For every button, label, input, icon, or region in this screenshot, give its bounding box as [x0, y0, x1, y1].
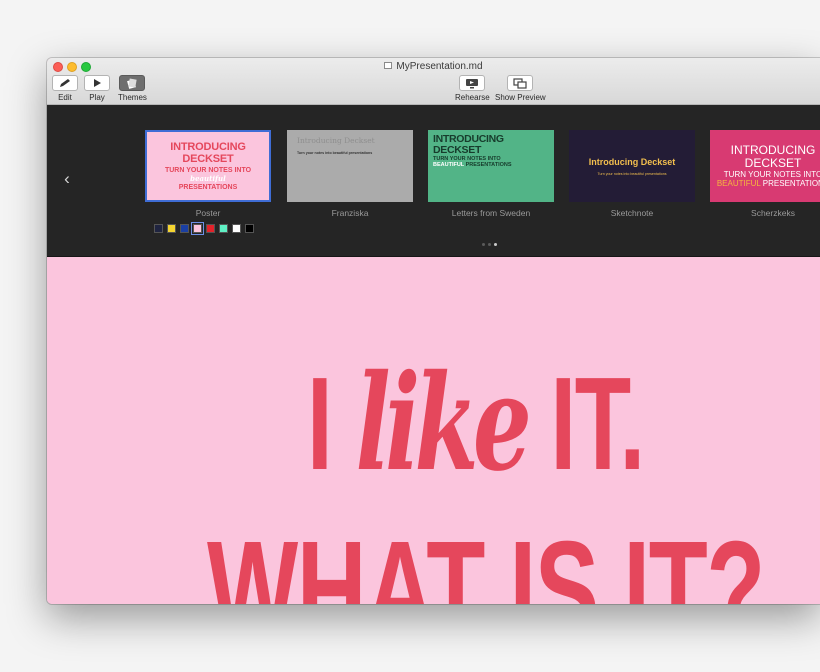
theme-name: Sketchnote: [610, 208, 654, 218]
theme-thumbnail[interactable]: Introducing Deckset Turn your notes into…: [569, 130, 695, 202]
themes-button[interactable]: Themes: [118, 75, 147, 102]
color-swatch[interactable]: [180, 224, 189, 233]
preview-icon: [507, 75, 534, 91]
app-window: MyPresentation.md Edit Play Themes Rehea…: [47, 58, 820, 604]
theme-letters-from-sweden[interactable]: INTRODUCING DECKSET TURN YOUR NOTES INTO…: [428, 130, 554, 218]
title-bar: MyPresentation.md Edit Play Themes Rehea…: [47, 58, 820, 105]
play-label: Play: [89, 93, 105, 102]
theme-franziska[interactable]: Introducing Deckset Turn your notes into…: [287, 130, 413, 218]
show-preview-label: Show Preview: [495, 93, 546, 102]
theme-name: Poster: [195, 208, 221, 218]
theme-name: Letters from Sweden: [451, 208, 531, 218]
theme-name: Franziska: [331, 208, 369, 218]
theme-thumbnail[interactable]: INTRODUCING DECKSET TURN YOUR NOTES INTO…: [428, 130, 554, 202]
color-swatch[interactable]: [245, 224, 254, 233]
theme-chooser: ‹ INTRODUCING DECKSET TURN YOUR NOTES IN…: [47, 105, 820, 257]
play-icon: [84, 75, 110, 91]
color-swatch[interactable]: [206, 224, 215, 233]
pencil-icon: [52, 75, 78, 91]
color-swatches: [154, 222, 254, 235]
page-dot[interactable]: [482, 243, 485, 246]
slide-heading-line-1: I like IT.: [307, 346, 645, 501]
theme-thumbnail[interactable]: Introducing Deckset Turn your notes into…: [287, 130, 413, 202]
theme-sketchnote[interactable]: Introducing Deckset Turn your notes into…: [569, 130, 695, 218]
page-indicator: [482, 243, 497, 246]
chevron-left-icon[interactable]: ‹: [60, 167, 74, 191]
color-swatch[interactable]: [154, 224, 163, 233]
theme-scherzkeks[interactable]: INTRODUCING DECKSET TURN YOUR NOTES INTO…: [710, 130, 820, 218]
page-dot[interactable]: [488, 243, 491, 246]
edit-label: Edit: [58, 93, 72, 102]
document-icon: [384, 62, 393, 69]
color-swatch[interactable]: [232, 224, 241, 233]
color-swatch[interactable]: [167, 224, 176, 233]
theme-name: Scherzkeks: [751, 208, 795, 218]
window-title: MyPresentation.md: [47, 60, 820, 74]
theme-thumbnail[interactable]: INTRODUCING DECKSET TURN YOUR NOTES INTO…: [710, 130, 820, 202]
show-preview-button[interactable]: Show Preview: [495, 75, 546, 102]
themes-label: Themes: [118, 93, 147, 102]
theme-thumbnail[interactable]: INTRODUCING DECKSET TURN YOUR NOTES INTO…: [145, 130, 271, 202]
page-dot[interactable]: [494, 243, 497, 246]
slide-preview: I like IT. WHAT IS IT?: [47, 257, 820, 604]
rehearse-label: Rehearse: [455, 93, 490, 102]
slide-heading-line-2: WHAT IS IT?: [207, 513, 765, 604]
color-swatch[interactable]: [219, 224, 228, 233]
edit-button[interactable]: Edit: [52, 75, 78, 102]
color-swatch[interactable]: [191, 222, 204, 235]
rehearse-icon: [459, 75, 486, 91]
play-button[interactable]: Play: [84, 75, 110, 102]
rehearse-button[interactable]: Rehearse: [455, 75, 490, 102]
themes-icon: [119, 75, 146, 91]
theme-poster[interactable]: INTRODUCING DECKSET TURN YOUR NOTES INTO…: [145, 130, 271, 218]
